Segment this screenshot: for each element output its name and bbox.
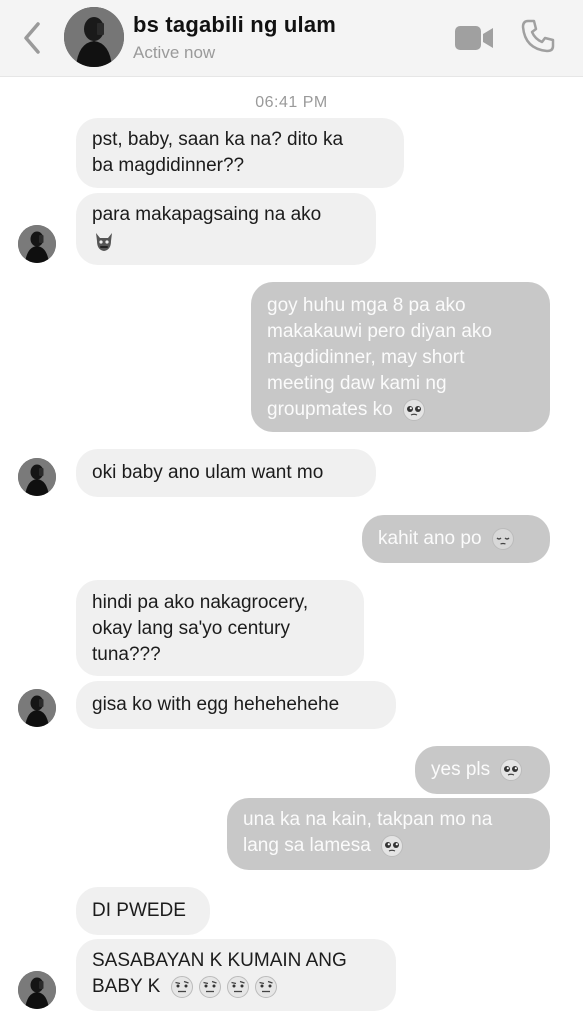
message-text: DI PWEDE xyxy=(92,900,186,921)
pleading-face-emoji xyxy=(402,398,425,421)
message-text: lang sa lamesa xyxy=(243,835,371,856)
contact-name: bs tagabili ng ulam xyxy=(133,12,337,37)
message-text: ba magdidinner?? xyxy=(92,155,245,176)
video-camera-icon xyxy=(455,26,493,50)
video-call-button[interactable] xyxy=(453,24,495,52)
message-text: groupmates ko xyxy=(267,399,393,420)
message-text: tuna??? xyxy=(92,644,161,665)
message-timestamp: 06:41 PM xyxy=(255,94,328,111)
angry-devil-emoji xyxy=(96,232,112,251)
face-with-raised-eyebrow-emoji xyxy=(198,975,221,998)
message-text: meeting daw kami ng xyxy=(267,373,447,394)
message-text: una ka na kain, takpan mo na xyxy=(243,809,493,830)
message-text: BABY K xyxy=(92,976,161,997)
message-text: SASABAYAN K KUMAIN ANG xyxy=(92,950,347,971)
chevron-left-icon xyxy=(24,22,40,54)
contact-avatar-small[interactable] xyxy=(18,971,56,1009)
phone-icon xyxy=(521,19,555,53)
message-bubble-incoming[interactable]: hindi pa ako nakagrocery, okay lang sa'y… xyxy=(76,580,364,676)
contact-avatar-small[interactable] xyxy=(18,225,56,263)
message-text: magdidinner, may short xyxy=(267,347,465,368)
message-bubble-outgoing[interactable]: kahit ano po xyxy=(362,515,550,563)
message-text: pst, baby, saan ka na? dito ka xyxy=(92,129,344,150)
face-with-raised-eyebrow-emoji xyxy=(226,975,249,998)
chat-header: bs tagabili ng ulam Active now xyxy=(0,0,583,77)
voice-call-button[interactable] xyxy=(520,18,556,54)
message-text: goy huhu mga 8 pa ako xyxy=(267,295,466,316)
contact-avatar-small[interactable] xyxy=(18,458,56,496)
message-text: kahit ano po xyxy=(378,528,482,549)
message-bubble-outgoing[interactable]: goy huhu mga 8 pa ako makakauwi pero diy… xyxy=(251,282,550,432)
message-bubble-outgoing[interactable]: yes pls xyxy=(415,746,550,794)
message-text: hindi pa ako nakagrocery, xyxy=(92,592,309,613)
message-bubble-incoming[interactable]: para makapagsaing na ako xyxy=(76,193,376,265)
contact-avatar[interactable] xyxy=(64,7,124,67)
back-button[interactable] xyxy=(18,18,46,58)
contact-avatar-small[interactable] xyxy=(18,689,56,727)
message-text: oki baby ano ulam want mo xyxy=(92,462,324,483)
message-bubble-incoming[interactable]: gisa ko with egg hehehehehe xyxy=(76,681,396,729)
face-with-raised-eyebrow-emoji xyxy=(254,975,277,998)
message-bubble-incoming[interactable]: oki baby ano ulam want mo xyxy=(76,449,376,497)
message-bubble-outgoing[interactable]: una ka na kain, takpan mo na lang sa lam… xyxy=(227,798,550,870)
message-bubble-incoming[interactable]: DI PWEDE xyxy=(76,887,210,935)
pensive-face-emoji xyxy=(491,527,514,550)
message-text: okay lang sa'yo century xyxy=(92,618,290,639)
message-text: para makapagsaing na ako xyxy=(92,204,322,225)
message-text: makakauwi pero diyan ako xyxy=(267,321,492,342)
pleading-face-emoji xyxy=(500,758,523,781)
message-bubble-incoming[interactable]: pst, baby, saan ka na? dito ka ba magdid… xyxy=(76,118,404,188)
pleading-face-emoji xyxy=(381,834,404,857)
message-text: yes pls xyxy=(431,759,491,780)
face-with-raised-eyebrow-emoji xyxy=(170,975,193,998)
active-status: Active now xyxy=(133,43,216,62)
message-text: gisa ko with egg hehehehehe xyxy=(92,694,340,715)
message-bubble-incoming[interactable]: SASABAYAN K KUMAIN ANG BABY K xyxy=(76,939,396,1011)
